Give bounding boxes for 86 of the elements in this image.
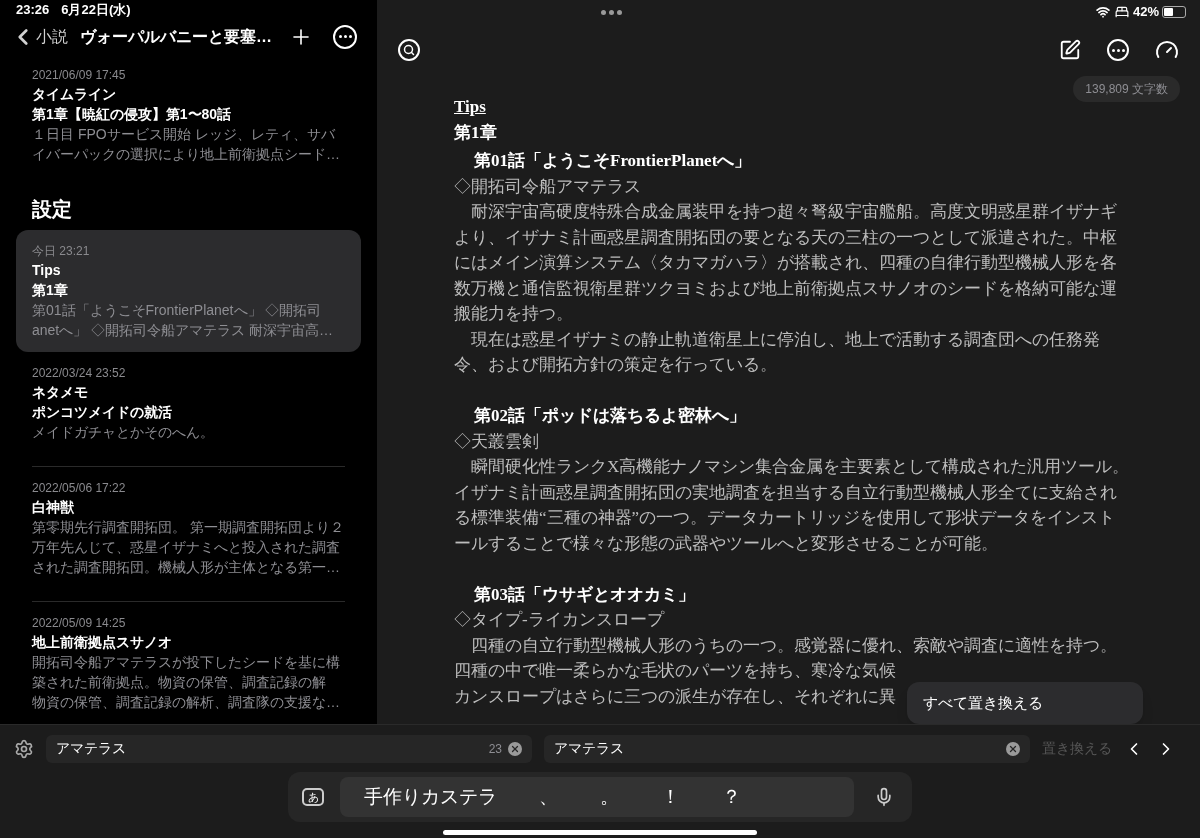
note-preview: 築された前衛拠点。物資の保管、調査記録の解 bbox=[32, 673, 327, 692]
find-field[interactable]: アマテラス 23 bbox=[46, 734, 532, 763]
note-preview: メイドガチャとかそのへん。 bbox=[32, 423, 215, 442]
body-text-line: 耐深宇宙高硬度特殊合成金属装甲を持つ超々弩級宇宙艦船。高度文明惑星群イザナギ bbox=[470, 201, 1117, 223]
settings-button[interactable] bbox=[14, 738, 34, 759]
body-text-line: ールすることで様々な形態の武器やツールへと変形させることが可能。 bbox=[454, 532, 998, 555]
folder-title: ヴォーパルバニーと要塞… bbox=[80, 26, 272, 47]
note-date: 2021/06/09 17:45 bbox=[32, 67, 127, 84]
note-subtitle: 第1章【暁紅の侵攻】第1〜80話 bbox=[32, 105, 233, 124]
bed-icon bbox=[1114, 5, 1129, 19]
note-date: 2022/05/09 14:25 bbox=[32, 615, 127, 632]
clear-icon[interactable] bbox=[1006, 741, 1020, 756]
battery-icon bbox=[1162, 6, 1186, 18]
section-header: 設定 bbox=[31, 197, 73, 222]
item-heading: ◇タイプ-ライカンスロープ bbox=[454, 609, 666, 631]
word-count-badge: 139,809 文字数 bbox=[1073, 76, 1180, 102]
note-preview: 物資の保管、調査記録の解析、調査隊の支援な… bbox=[32, 693, 341, 712]
back-button[interactable]: 小説 bbox=[10, 23, 68, 50]
chapter-heading: 第1章 bbox=[454, 121, 498, 144]
note-preview: anetへ」 ◇開拓司令船アマテラス 耐深宇宙高… bbox=[32, 321, 335, 340]
ellipsis-icon bbox=[1111, 48, 1125, 52]
note-title: タイムライン bbox=[32, 85, 117, 104]
note-title: ネタメモ bbox=[32, 383, 89, 402]
status-time: 23:26 bbox=[16, 1, 50, 19]
search-button[interactable] bbox=[398, 39, 420, 61]
item-heading: ◇天叢雲剣 bbox=[454, 430, 540, 453]
ellipsis-icon bbox=[338, 35, 352, 39]
candidate-word[interactable]: ！ bbox=[655, 782, 686, 812]
note-preview: 第01話「ようこそFrontierPlanetへ」 ◇開拓司 bbox=[32, 301, 323, 320]
battery-percent: 42% bbox=[1132, 3, 1159, 22]
body-text-line: 令、および開拓方針の策定を行っている。 bbox=[454, 354, 777, 376]
note-date: 今日 23:21 bbox=[32, 243, 91, 260]
replace-field[interactable]: アマテラス bbox=[544, 734, 1030, 763]
search-icon bbox=[403, 44, 415, 56]
compose-button[interactable] bbox=[1059, 39, 1081, 61]
note-item[interactable]: 2022/03/24 23:52 ネタメモ ポンコツメイドの就活 メイドガチャとかそのへん。 bbox=[16, 352, 361, 454]
note-subtitle: ポンコツメイドの就活 bbox=[32, 403, 173, 422]
multitasking-dots-icon[interactable] bbox=[601, 9, 622, 15]
note-item[interactable]: 今日 23:21 Tips 第1章 第01話「ようこそFrontierPlanetへ」 ◇開拓司 anetへ」 ◇開拓司令船アマテラス 耐深宇宙高… bbox=[16, 230, 361, 352]
body-text-line: カンスロープはさらに三つの派生が存在し、それぞれに異 bbox=[454, 685, 896, 708]
note-date: 2022/05/06 17:22 bbox=[32, 480, 127, 497]
body-text-line: 現在は惑星イザナミの静止軌道衛星上に停泊し、地上で活動する調査団への任務発 bbox=[470, 328, 1100, 351]
body-text-line: 四種の自立行動型機械人形のうちの一つ。感覚器に優れ、索敵や調査に適性を持つ。 bbox=[470, 634, 1117, 657]
body-text-line: にはメイン演算システム〈タカマガハラ〉が搭載され、四種の自律行動型機械人形を各 bbox=[454, 252, 1117, 274]
note-preview: された調査開拓団。機械人形が主体となる第一… bbox=[32, 558, 341, 577]
note-date: 2022/03/24 23:52 bbox=[32, 365, 127, 382]
candidate-word[interactable]: 、 bbox=[533, 782, 564, 812]
episode-heading: 第03話「ウサギとオオカミ」 bbox=[473, 583, 696, 606]
compose-icon bbox=[1059, 39, 1081, 61]
note-preview: １日目 FPOサービス開始 レッジ、レティ、サバ bbox=[32, 125, 336, 144]
body-text-line: 四種の中で唯一柔らかな毛状のパーツを持ち、寒冷な気候 bbox=[454, 660, 896, 682]
match-count: 23 bbox=[488, 740, 502, 758]
settings-icon bbox=[14, 738, 34, 759]
note-title: Tips bbox=[32, 261, 62, 280]
note-item[interactable]: 2022/05/06 17:22 白神獣 第零期先行調査開拓団。 第一期調査開拓団より２ 万年先んじて、惑星イザナミへと投入された調査 された調査開拓団。機械人形が主体となる第一… bbox=[16, 454, 361, 589]
candidate-word[interactable]: 手作りカステラ bbox=[358, 782, 503, 812]
replace-all-menu-item[interactable]: すべて置き換える bbox=[907, 682, 1143, 724]
note-subtitle: 第1章 bbox=[32, 281, 69, 300]
note-preview: イバーパックの選択により地上前衛拠点シード… bbox=[32, 145, 341, 164]
candidate-word[interactable]: ？ bbox=[716, 782, 747, 812]
more-button[interactable] bbox=[333, 24, 357, 49]
note-title: 地上前衛拠点スサノオ bbox=[32, 633, 173, 652]
clear-icon[interactable] bbox=[508, 741, 522, 756]
more-button[interactable] bbox=[1107, 39, 1129, 61]
body-text-line: 瞬間硬化性ランクX高機能ナノマシン集合金属を主要素として構成された汎用ツール。 bbox=[470, 456, 1130, 478]
body-text-line: 搬能力を持つ。 bbox=[454, 303, 573, 325]
note-item[interactable]: 2021/06/09 17:45 タイムライン 第1章【暁紅の侵攻】第1〜80話 １日目 FPOサービス開始 レッジ、レティ、サバ イバーパックの選択により地上前衛拠点シード… bbox=[16, 54, 361, 176]
episode-heading: 第01話「ようこそFrontierPlanetへ」 bbox=[473, 150, 753, 172]
note-preview: 開拓司令船アマテラスが投下したシードを基に構 bbox=[32, 653, 341, 672]
body-text-line: 数万機と通信監視衛星群ツクヨミおよび地上前衛拠点スサノオのシードを格納可能な運 bbox=[454, 277, 1117, 300]
body-text-line: る標準装備“三種の神器”の一つ。データカートリッジを使用して形状データをインスト bbox=[454, 507, 1116, 529]
note-preview: 万年先んじて、惑星イザナミへと投入された調査 bbox=[32, 538, 341, 557]
input-mode-key[interactable]: あ bbox=[302, 788, 324, 806]
body-text-line: イザナミ計画惑星調査開拓団の実地調査を担当する自立行動型機械人形全てに支給され bbox=[454, 481, 1117, 504]
note-title: 白神獣 bbox=[32, 498, 75, 517]
note-preview: 第零期先行調査開拓団。 第一期調査開拓団より２ bbox=[32, 518, 345, 537]
item-heading: ◇開拓司令船アマテラス bbox=[454, 175, 642, 198]
note-item[interactable]: 2022/05/09 14:25 地上前衛拠点スサノオ 開拓司令船アマテラスが投下したシードを基に構 築された前衛拠点。物資の保管、調査記録の解 物資の保管、調査記録の解析、調査隊の支援な… bbox=[16, 589, 361, 724]
microphone-icon bbox=[874, 787, 894, 807]
status-date: 6月22日(水) bbox=[61, 1, 131, 19]
candidate-word[interactable]: 。 bbox=[594, 782, 625, 812]
episode-heading: 第02話「ポッドは落ちるよ密林へ」 bbox=[473, 405, 747, 427]
body-text-line: より、イザナミ計画惑星調査開拓団の要となる天の三柱の一つとして派遣された。中枢 bbox=[454, 226, 1117, 249]
note-heading: Tips bbox=[454, 96, 487, 118]
wifi-icon bbox=[1095, 5, 1110, 19]
microphone-button[interactable] bbox=[874, 787, 894, 807]
